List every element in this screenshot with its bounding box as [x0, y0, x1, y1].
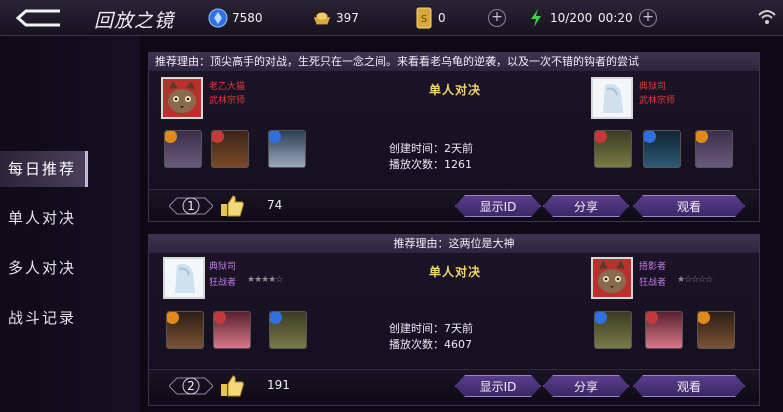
- diamond-counter: 7580: [208, 8, 263, 28]
- energy-timer: 00:20: [598, 11, 633, 25]
- sidebar-item-daily-recommend[interactable]: 每日推荐: [0, 151, 88, 187]
- avatar[interactable]: [591, 257, 633, 299]
- back-arrow-icon: [15, 9, 60, 27]
- like-count: 191: [267, 378, 290, 392]
- sidebar: 每日推荐 单人对决 多人对决 战斗记录: [0, 36, 140, 412]
- rank-badge: [644, 131, 656, 143]
- add-energy-button[interactable]: +: [639, 9, 657, 27]
- watch-button[interactable]: 观看: [633, 375, 745, 397]
- show-id-button[interactable]: 显示ID: [455, 195, 541, 217]
- diamond-count: 7580: [232, 11, 263, 25]
- rank-badge: [270, 312, 282, 324]
- show-id-button[interactable]: 显示ID: [455, 375, 541, 397]
- wifi-icon: [758, 10, 776, 24]
- ticket-count: 0: [438, 11, 446, 25]
- play-count: 播放次数：1261: [389, 158, 472, 171]
- replay-index: 1: [169, 195, 213, 217]
- share-button[interactable]: 分享: [543, 375, 629, 397]
- thumbs-up-icon[interactable]: [219, 373, 245, 399]
- player-rank: 狂战者: [209, 278, 237, 288]
- rank-stars: ★★★★☆: [247, 275, 283, 285]
- hero-portrait[interactable]: [269, 311, 307, 349]
- sidebar-item-solo-duel[interactable]: 单人对决: [0, 200, 88, 236]
- recommend-reason: 推荐理由：顶尖高手的对战，生死只在一念之间。来看看老乌龟的逆袭，以及一次不错的钩…: [149, 53, 759, 71]
- rank-badge: [214, 312, 226, 324]
- ghost-avatar-icon: [165, 259, 203, 297]
- rank-badge: [595, 312, 607, 324]
- sidebar-item-multi-duel[interactable]: 多人对决: [0, 250, 88, 286]
- avatar[interactable]: [591, 77, 633, 119]
- svg-text:S: S: [421, 14, 427, 25]
- energy-count: 10/200: [550, 11, 593, 25]
- player-rank: 武林宗师: [639, 96, 676, 106]
- hero-portrait[interactable]: [213, 311, 251, 349]
- recommend-reason: 推荐理由：这两位是大神: [149, 235, 759, 253]
- rank-badge: [165, 131, 177, 143]
- avatar[interactable]: [161, 77, 203, 119]
- hero-portrait[interactable]: [211, 130, 249, 168]
- hero-portrait[interactable]: [164, 130, 202, 168]
- cat-avatar-icon: [593, 259, 631, 297]
- rank-badge: [212, 131, 224, 143]
- hero-portrait[interactable]: [645, 311, 683, 349]
- hero-portrait[interactable]: [697, 311, 735, 349]
- rank-badge: [269, 131, 281, 143]
- ticket-icon: S: [414, 7, 434, 29]
- hero-portrait[interactable]: [166, 311, 204, 349]
- replay-card: 推荐理由：顶尖高手的对战，生死只在一念之间。来看看老乌龟的逆袭，以及一次不错的钩…: [148, 52, 760, 222]
- hero-portrait[interactable]: [643, 130, 681, 168]
- sidebar-item-battle-record[interactable]: 战斗记录: [0, 300, 88, 336]
- thumbs-up-icon[interactable]: [219, 193, 245, 219]
- player-rank: 狂战者: [639, 278, 667, 288]
- like-count: 74: [267, 198, 283, 212]
- player-rank: 武林宗师: [209, 96, 246, 106]
- play-count: 播放次数：4607: [389, 338, 472, 351]
- match-mode: 单人对决: [429, 265, 482, 279]
- card-footer: 2 191 显示ID 分享 观看: [149, 369, 759, 401]
- gold-counter: 397: [312, 8, 359, 28]
- lightning-icon: [526, 8, 546, 28]
- rank-stars: ★☆☆☆☆: [677, 275, 713, 285]
- ghost-avatar-icon: [593, 79, 631, 117]
- rank-badge: [698, 312, 710, 324]
- hero-portrait[interactable]: [268, 130, 306, 168]
- player-name: 老乙大猫: [209, 82, 246, 92]
- back-button[interactable]: [8, 4, 68, 32]
- gold-ingot-icon: [312, 8, 332, 28]
- diamond-icon: [208, 8, 228, 28]
- hero-portrait[interactable]: [695, 130, 733, 168]
- rank-badge: [167, 312, 179, 324]
- hero-portrait[interactable]: [594, 311, 632, 349]
- player-name: 典狱司: [209, 262, 237, 272]
- card-footer: 1 74 显示ID 分享 观看: [149, 189, 759, 221]
- hero-portrait[interactable]: [594, 130, 632, 168]
- cat-avatar-icon: [163, 79, 201, 117]
- rank-badge: [646, 312, 658, 324]
- replay-index: 2: [169, 375, 213, 397]
- top-bar: 回放之镜 7580 397 S 0 + 10/200 00:20 +: [0, 0, 783, 36]
- match-mode: 单人对决: [429, 83, 482, 97]
- rank-badge: [595, 131, 607, 143]
- avatar[interactable]: [163, 257, 205, 299]
- created-time: 创建时间：2天前: [389, 142, 473, 155]
- watch-button[interactable]: 观看: [633, 195, 745, 217]
- gold-count: 397: [336, 11, 359, 25]
- add-tickets-button[interactable]: +: [488, 9, 506, 27]
- energy-counter: 10/200: [526, 8, 592, 28]
- player-name: 典狱司: [639, 82, 667, 92]
- share-button[interactable]: 分享: [543, 195, 629, 217]
- created-time: 创建时间：7天前: [389, 322, 473, 335]
- ticket-counter: S 0: [414, 7, 446, 29]
- rank-badge: [696, 131, 708, 143]
- replay-card: 推荐理由：这两位是大神 典狱司 狂战者 ★★★★☆ 单人对决 捂影者 狂战者 ★…: [148, 234, 760, 406]
- page-title: 回放之镜: [94, 10, 175, 32]
- player-name: 捂影者: [639, 262, 667, 272]
